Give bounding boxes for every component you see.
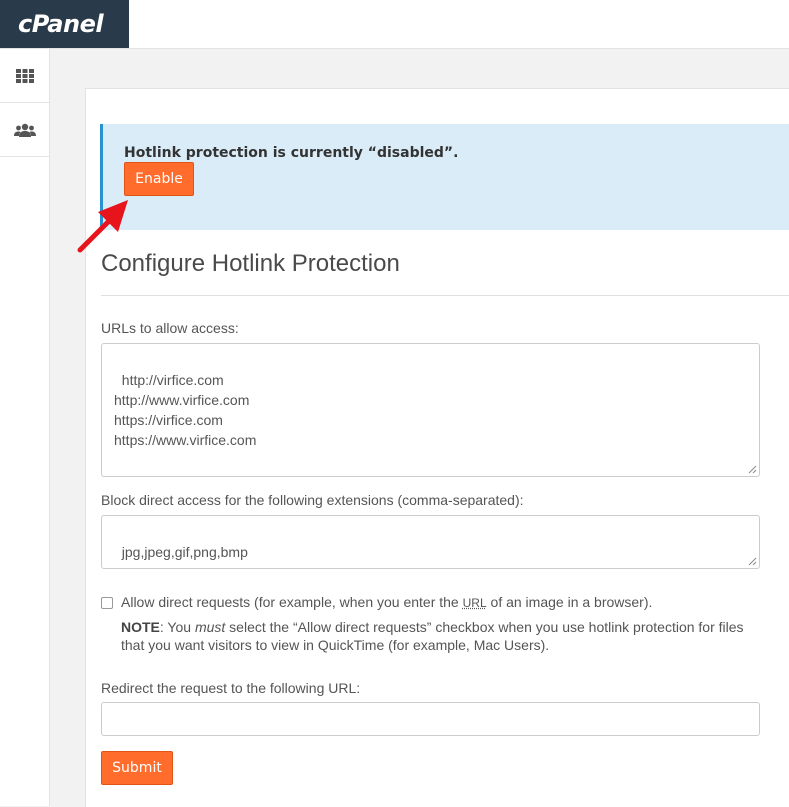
users-icon: [14, 123, 36, 137]
sidebar-item-users[interactable]: [0, 103, 49, 157]
extensions-value: jpg,jpeg,gif,png,bmp: [122, 544, 248, 560]
quicktime-note: NOTE: You must select the “Allow direct …: [121, 618, 761, 654]
enable-button[interactable]: Enable: [124, 162, 194, 196]
grid-icon: [16, 69, 34, 83]
allowed-urls-label: URLs to allow access:: [101, 320, 239, 336]
alert-message: Hotlink protection is currently “disable…: [124, 145, 458, 161]
hotlink-status-alert: Hotlink protection is currently “disable…: [100, 124, 789, 230]
top-bar: cPanel: [0, 0, 789, 49]
annotation-arrow-icon: [76, 196, 132, 254]
redirect-url-label: Redirect the request to the following UR…: [101, 680, 360, 696]
redirect-url-input[interactable]: [101, 702, 760, 736]
allow-direct-requests-label[interactable]: Allow direct requests (for example, when…: [121, 594, 652, 610]
resize-grip-icon[interactable]: [748, 557, 757, 566]
divider: [101, 295, 789, 296]
resize-grip-icon[interactable]: [748, 465, 757, 474]
submit-button[interactable]: Submit: [101, 751, 173, 785]
sidebar-item-home[interactable]: [0, 49, 49, 103]
extensions-textarea[interactable]: jpg,jpeg,gif,png,bmp: [101, 515, 760, 569]
allow-direct-requests-checkbox[interactable]: [101, 597, 113, 609]
sidebar: [0, 49, 50, 806]
extensions-label: Block direct access for the following ex…: [101, 492, 524, 508]
url-abbreviation: URL: [463, 596, 487, 610]
allowed-urls-value: http://virfice.com http://www.virfice.co…: [114, 372, 256, 448]
page-title: Configure Hotlink Protection: [101, 250, 400, 278]
allowed-urls-textarea[interactable]: http://virfice.com http://www.virfice.co…: [101, 343, 760, 477]
cpanel-logo[interactable]: cPanel: [0, 0, 129, 48]
